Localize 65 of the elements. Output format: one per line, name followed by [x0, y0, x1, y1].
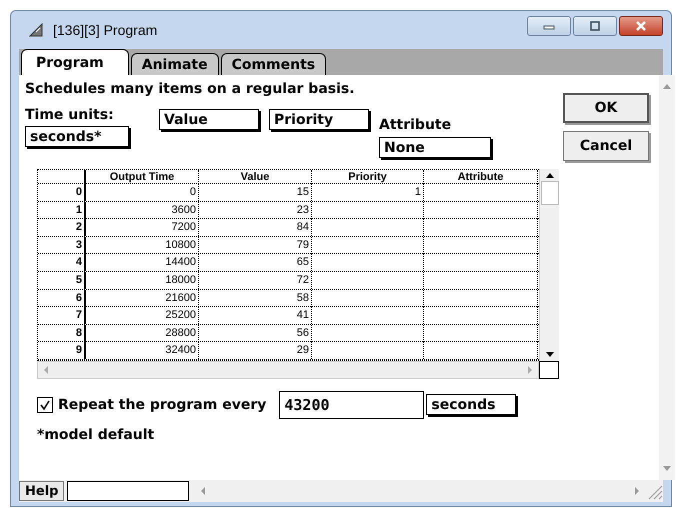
row-number: 3	[38, 236, 86, 254]
scroll-thumb[interactable]	[540, 181, 558, 205]
help-button[interactable]: Help	[19, 481, 64, 501]
help-field[interactable]	[67, 481, 190, 501]
column-header: Output Time	[86, 170, 199, 184]
triangle-tool-icon	[29, 23, 45, 37]
row-number: 5	[38, 272, 86, 289]
table-cell: 25200	[86, 307, 199, 324]
table-cell: 41	[199, 307, 312, 324]
repeat-checkbox[interactable]	[37, 396, 53, 413]
attribute-label: Attribute	[379, 117, 452, 133]
repeat-interval-field[interactable]: 43200	[279, 390, 424, 419]
tab[interactable]: Program	[21, 49, 129, 75]
tab[interactable]: Animate	[130, 53, 219, 75]
table-cell: 58	[199, 290, 312, 307]
horizontal-scrollbar[interactable]	[37, 360, 539, 379]
table-cell: 84	[199, 219, 312, 236]
row-number: 1	[38, 202, 86, 219]
table-cell: 65	[199, 254, 312, 272]
table-cell: 3600	[86, 202, 199, 219]
row-number: 4	[38, 254, 86, 272]
table-cell: 15	[199, 184, 312, 201]
row-number: 8	[38, 324, 86, 342]
column-header: Attribute	[424, 170, 538, 184]
column-header: Value	[199, 170, 312, 184]
column-dropdown[interactable]: Value	[159, 109, 259, 130]
time-units-label: Time units:	[25, 107, 115, 123]
time-units-dropdown[interactable]: seconds*	[25, 126, 129, 147]
table-cell: 23	[199, 202, 312, 219]
vertical-scrollbar[interactable]	[539, 169, 559, 361]
table-cell: 56	[199, 324, 312, 342]
table-cell: 18000	[86, 272, 199, 289]
table-cell: 28800	[86, 324, 199, 342]
repeat-label: Repeat the program every	[58, 396, 266, 413]
table-cell: 0	[86, 184, 199, 201]
maximize-icon	[589, 21, 601, 31]
maximize-button[interactable]	[573, 16, 617, 36]
table-cell: 21600	[86, 290, 199, 307]
table-cell: 14400	[86, 254, 199, 272]
footnote-text: *model default	[37, 426, 156, 443]
table-cell: 1	[312, 184, 424, 201]
dialog-button[interactable]: OK	[563, 93, 649, 123]
column-header: Priority	[312, 170, 424, 184]
unit-dropdown[interactable]: seconds	[426, 394, 516, 416]
table-cell: 7200	[86, 219, 199, 236]
window-title: [136][3] Program	[53, 22, 158, 38]
row-number: 9	[38, 342, 86, 360]
column-dropdown[interactable]: Priority	[269, 109, 369, 130]
row-number: 7	[38, 307, 86, 324]
table-cell: 32400	[86, 342, 199, 360]
row-number: 0	[38, 184, 86, 201]
row-number: 6	[38, 290, 86, 307]
attribute-dropdown[interactable]: None	[379, 137, 491, 158]
tab[interactable]: Comments	[220, 53, 326, 75]
table-cell: 29	[199, 342, 312, 360]
minimize-button[interactable]	[527, 16, 571, 36]
table-cell: 72	[199, 272, 312, 289]
dialog-button[interactable]: Cancel	[563, 131, 649, 161]
description-text: Schedules many items on a regular basis.	[25, 81, 356, 97]
table-cell: 10800	[86, 236, 199, 254]
scrollbar-corner	[539, 360, 559, 379]
close-button[interactable]	[619, 16, 663, 36]
table-cell: 79	[199, 236, 312, 254]
close-icon	[634, 21, 648, 31]
row-number: 2	[38, 219, 86, 236]
